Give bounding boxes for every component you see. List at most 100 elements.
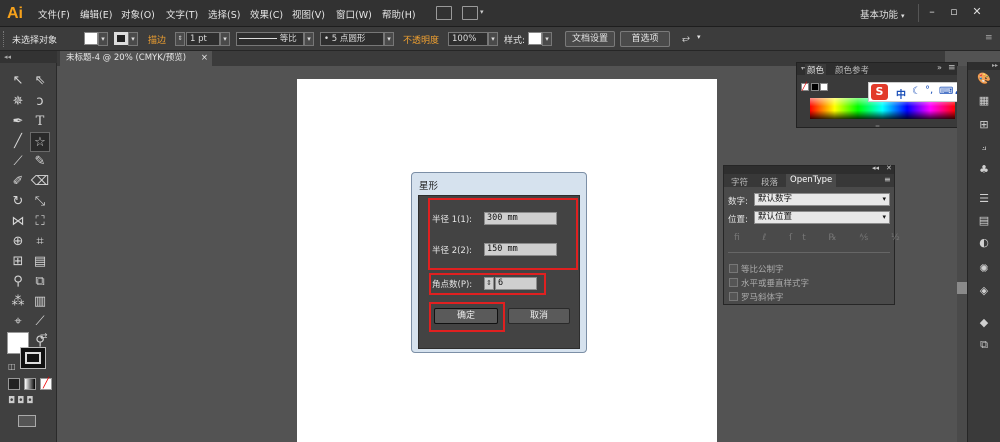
white-swatch[interactable] xyxy=(820,83,828,91)
column-graph-tool-icon[interactable]: ▥ xyxy=(30,292,50,312)
color-panel-icon[interactable]: 🎨 xyxy=(976,72,992,86)
expand-icon[interactable]: ▸▸ xyxy=(968,62,1000,70)
resize-grip[interactable]: = xyxy=(875,123,880,130)
none-swatch[interactable]: ╱ xyxy=(801,83,809,91)
draw-modes-icon[interactable]: ◘◘◘ xyxy=(8,396,52,408)
radius1-input[interactable]: 300 mm xyxy=(484,212,557,225)
arrange-documents-icon[interactable] xyxy=(462,6,478,20)
type-tool-icon[interactable]: T xyxy=(30,112,50,132)
close-icon[interactable]: ✕ xyxy=(886,164,892,172)
ligature-icons[interactable]: ﬁ ℓ ſt ℞ ⅍ ½ xyxy=(734,232,910,243)
menu-window[interactable]: 窗口(W) xyxy=(336,7,372,21)
color-mode-icon[interactable] xyxy=(8,378,20,390)
align-icon[interactable]: ⥂ xyxy=(682,33,690,44)
paintbrush-tool-icon[interactable]: ⟋ xyxy=(8,152,28,172)
horizontal-vertical-checkbox[interactable] xyxy=(729,278,738,287)
radius2-input[interactable]: 150 mm xyxy=(484,243,557,256)
default-colors-icon[interactable]: ◫ xyxy=(8,362,16,371)
direct-selection-tool-icon[interactable]: ⇖ xyxy=(30,71,50,91)
shape-builder-tool-icon[interactable]: ⊕ xyxy=(8,232,28,252)
tab-color-guide[interactable]: 颜色参考 xyxy=(835,64,869,76)
stepper-icon[interactable]: ⇕ xyxy=(175,32,185,46)
blend-tool-icon[interactable]: ⧉ xyxy=(30,272,50,292)
swatches-icon[interactable]: ⊞ xyxy=(976,118,992,132)
brushes-icon[interactable]: ⟓ xyxy=(976,140,992,154)
stroke-label[interactable]: 描边 xyxy=(148,33,166,46)
brush-dropdown[interactable]: • 5 点圆形 xyxy=(320,32,384,46)
close-icon[interactable]: × xyxy=(201,51,208,66)
workspace-switcher[interactable]: 基本功能 ▾ xyxy=(860,7,905,21)
none-mode-icon[interactable]: ╱ xyxy=(40,378,52,390)
chevron-down-icon[interactable]: ▾ xyxy=(488,32,498,46)
menu-file[interactable]: 文件(F) xyxy=(38,7,70,21)
document-setup-button[interactable]: 文档设置 xyxy=(565,31,615,47)
proportional-checkbox[interactable] xyxy=(729,264,738,273)
document-tab[interactable]: 未标题-4 @ 20% (CMYK/预览) × xyxy=(60,51,212,66)
tab-paragraph[interactable]: 段落 xyxy=(761,176,778,188)
black-swatch[interactable] xyxy=(811,83,819,91)
pencil-tool-icon[interactable]: ✎ xyxy=(30,152,50,172)
swap-icon[interactable]: ⇄ xyxy=(40,332,48,342)
panel-menu-icon[interactable]: ≡ xyxy=(884,175,891,184)
expand-icon[interactable]: » xyxy=(937,63,942,72)
transparency-panel-icon[interactable]: ◐ xyxy=(976,236,992,250)
free-transform-tool-icon[interactable]: ⛶ xyxy=(30,212,50,232)
points-input[interactable]: 6 xyxy=(495,277,537,290)
ime-mode[interactable]: 中 xyxy=(896,86,906,101)
profile-dropdown[interactable]: 等比 xyxy=(236,32,304,46)
chevron-down-icon[interactable]: ▾ xyxy=(480,8,484,16)
opacity-label[interactable]: 不透明度 xyxy=(403,33,439,46)
fill-swatch[interactable] xyxy=(84,32,98,45)
perspective-grid-tool-icon[interactable]: ⌗ xyxy=(30,232,50,252)
menu-type[interactable]: 文字(T) xyxy=(166,7,198,21)
opacity-field[interactable]: 100% xyxy=(448,32,488,46)
position-select[interactable]: 默认位置 ▾ xyxy=(754,211,890,224)
color-guide-icon[interactable]: ▦ xyxy=(976,94,992,108)
chevron-down-icon[interactable]: ▾ xyxy=(98,32,108,46)
preferences-button[interactable]: 首选项 xyxy=(620,31,670,47)
artboards-panel-icon[interactable]: ⧉ xyxy=(976,338,992,352)
screen-mode-icon[interactable] xyxy=(18,415,36,427)
menu-object[interactable]: 对象(O) xyxy=(121,7,155,21)
lasso-tool-icon[interactable]: ↄ xyxy=(30,92,50,112)
close-icon[interactable]: ✕ xyxy=(969,5,985,19)
star-tool-icon[interactable]: ☆ xyxy=(30,132,50,152)
chevron-down-icon[interactable]: ▾ xyxy=(128,32,138,46)
width-tool-icon[interactable]: ⋈ xyxy=(8,212,28,232)
scrollbar-thumb[interactable] xyxy=(957,282,967,294)
style-swatch[interactable] xyxy=(528,32,542,45)
ime-logo-icon[interactable]: S xyxy=(871,84,888,100)
menu-select[interactable]: 选择(S) xyxy=(208,7,240,21)
vertical-scrollbar[interactable] xyxy=(957,66,967,442)
gradient-mode-icon[interactable] xyxy=(24,378,36,390)
moon-icon[interactable]: ☾ xyxy=(912,86,921,97)
chevron-down-icon[interactable]: ▾ xyxy=(542,32,552,46)
pen-tool-icon[interactable]: ✒ xyxy=(8,112,28,132)
gradient-tool-icon[interactable]: ▤ xyxy=(30,252,50,272)
selection-tool-icon[interactable]: ↖ xyxy=(8,71,28,91)
mesh-tool-icon[interactable]: ⊞ xyxy=(8,252,28,272)
rotate-tool-icon[interactable]: ↻ xyxy=(8,192,28,212)
symbols-icon[interactable]: ♣ xyxy=(976,163,992,177)
menu-edit[interactable]: 编辑(E) xyxy=(80,7,112,21)
menu-help[interactable]: 帮助(H) xyxy=(382,7,416,21)
keyboard-icon[interactable]: ⌨ xyxy=(939,86,953,97)
stroke-panel-icon[interactable]: ☰ xyxy=(976,192,992,206)
bridge-icon[interactable] xyxy=(436,6,452,20)
tab-color[interactable]: 颜色 xyxy=(805,64,827,76)
symbol-sprayer-tool-icon[interactable]: ⁂ xyxy=(8,292,28,312)
collapse-icon[interactable]: ◂◂ xyxy=(872,164,879,172)
chevron-down-icon[interactable]: ▾ xyxy=(304,32,314,46)
slice-tool-icon[interactable]: ⟋ xyxy=(30,312,50,332)
scale-tool-icon[interactable]: ⤡ xyxy=(30,192,50,212)
artboard-tool-icon[interactable]: ⌖ xyxy=(8,312,28,332)
appearance-panel-icon[interactable]: ✺ xyxy=(976,262,992,276)
panel-menu-icon[interactable]: ≡ xyxy=(985,33,993,43)
roman-italic-checkbox[interactable] xyxy=(729,292,738,301)
chevron-down-icon[interactable]: ▾ xyxy=(220,32,230,46)
tab-character[interactable]: 字符 xyxy=(731,176,748,188)
chevron-down-icon[interactable]: ▾ xyxy=(384,32,394,46)
stroke-color-swatch[interactable] xyxy=(20,347,46,369)
stepper-icon[interactable]: ⇕ xyxy=(484,277,494,290)
layers-icon[interactable]: ◆ xyxy=(976,316,992,330)
